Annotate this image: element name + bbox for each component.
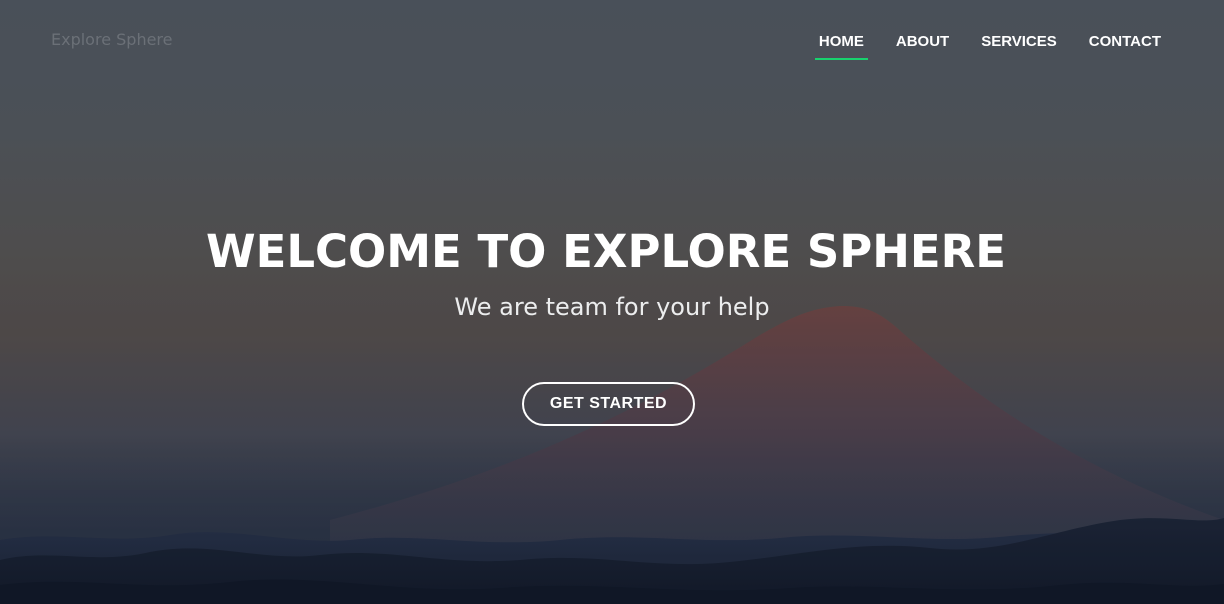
get-started-button[interactable]: GET STARTED: [522, 382, 695, 426]
hero-title: WELCOME TO EXPLORE SPHERE: [205, 225, 1007, 278]
hero-subtitle: We are team for your help: [454, 293, 770, 321]
site-logo[interactable]: Explore Sphere: [51, 30, 173, 49]
nav-item-about[interactable]: ABOUT: [880, 31, 965, 60]
nav-item-contact[interactable]: CONTACT: [1073, 31, 1177, 60]
nav-item-services[interactable]: SERVICES: [965, 31, 1073, 60]
nav-item-home[interactable]: HOME: [803, 31, 880, 60]
main-nav: HOME ABOUT SERVICES CONTACT: [803, 31, 1177, 60]
site-header: Explore Sphere HOME ABOUT SERVICES CONTA…: [0, 0, 1224, 82]
hero-content: WELCOME TO EXPLORE SPHERE We are team fo…: [0, 222, 1224, 322]
hero-section: Explore Sphere HOME ABOUT SERVICES CONTA…: [0, 0, 1224, 604]
